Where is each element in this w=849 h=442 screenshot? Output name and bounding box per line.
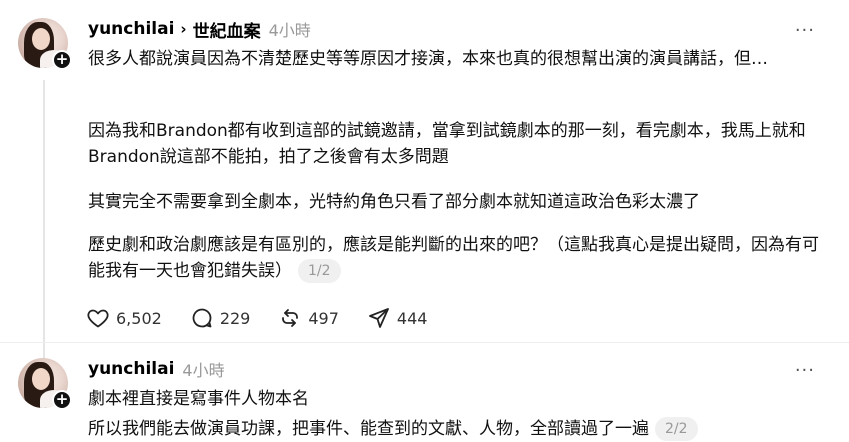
post-paragraph-text: 歷史劇和政治劇應該是有區別的，應該是能判斷的出來的吧？（這點我真心是提出疑問，因… bbox=[88, 235, 819, 281]
post-paragraph: 很多人都說演員因為不清楚歷史等等原因才接演，本來也真的很想幫出演的演員講話，但… bbox=[88, 49, 768, 69]
more-options-icon[interactable]: ··· bbox=[795, 360, 815, 381]
username[interactable]: yunchilai bbox=[88, 359, 174, 379]
more-options-icon[interactable]: ··· bbox=[795, 20, 815, 41]
post-paragraph-last: 歷史劇和政治劇應該是有區別的，應該是能判斷的出來的吧？（這點我真心是提出疑問，因… bbox=[88, 232, 828, 284]
timestamp: 4小時 bbox=[182, 361, 225, 380]
heart-icon bbox=[87, 309, 109, 328]
comment-count: 229 bbox=[219, 308, 251, 328]
post-paragraph-text: 所以我們能去做演員功課，把事件、能查到的文獻、人物，全部讀過了一遍 bbox=[88, 419, 649, 439]
like-button[interactable]: 6,502 bbox=[86, 306, 162, 330]
thread-connector-line bbox=[43, 80, 45, 360]
post-paragraph: 其實完全不需要拿到全劇本，光特約角色只看了部分劇本就知道這政治色彩太濃了 bbox=[88, 192, 700, 212]
post-paragraph-last: 所以我們能去做演員功課，把事件、能查到的文獻、人物，全部讀過了一遍 2/2 bbox=[88, 416, 828, 442]
comment-button[interactable]: 229 bbox=[190, 306, 251, 330]
plus-icon[interactable]: + bbox=[52, 390, 72, 410]
action-bar: 6,502 229 497 444 bbox=[86, 306, 455, 330]
post-divider bbox=[0, 342, 849, 343]
post-header: yunchilai 4小時 bbox=[88, 356, 225, 382]
comment-icon bbox=[192, 308, 212, 328]
avatar-wrap: + bbox=[18, 18, 72, 70]
repost-count: 497 bbox=[308, 308, 339, 328]
plus-icon[interactable]: + bbox=[52, 50, 72, 70]
send-icon bbox=[369, 308, 389, 328]
avatar-wrap: + bbox=[18, 358, 72, 410]
share-count: 444 bbox=[396, 308, 428, 328]
share-button[interactable]: 444 bbox=[367, 306, 428, 330]
timestamp: 4小時 bbox=[268, 21, 311, 40]
like-count: 6,502 bbox=[116, 308, 162, 328]
post-paragraph: 劇本裡直接是寫事件人物本名 bbox=[88, 389, 309, 409]
post-header: yunchilai › 世紀血案 4小時 bbox=[88, 16, 311, 42]
post-paragraph: 因為我和Brandon都有收到這部的試鏡邀請，當拿到試鏡劇本的那一刻，看完劇本，… bbox=[88, 121, 806, 167]
topic-tag[interactable]: 世紀血案 bbox=[193, 17, 261, 42]
username[interactable]: yunchilai bbox=[88, 19, 174, 39]
chevron-right-icon: › bbox=[180, 20, 187, 38]
page-indicator: 1/2 bbox=[298, 259, 341, 283]
page-indicator: 2/2 bbox=[655, 417, 698, 441]
repost-button[interactable]: 497 bbox=[278, 306, 339, 330]
repost-icon bbox=[282, 309, 299, 327]
